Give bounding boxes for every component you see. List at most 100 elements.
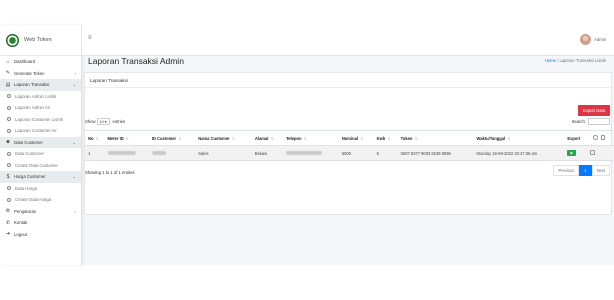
column-header-label: Alamat: [254, 135, 269, 141]
sidebar-item[interactable]: $ Harga Customer ⌄: [0, 171, 81, 183]
sidebar-item[interactable]: Create Data Harga: [0, 194, 81, 206]
sidebar-item[interactable]: ☻ Data Customer ⌄: [0, 136, 81, 148]
cell-export: ▶: [564, 145, 588, 161]
column-header[interactable]: Nama Customer ⇅: [195, 130, 252, 146]
column-header-label: Meter ID: [107, 135, 124, 141]
circle-icon: [7, 117, 11, 122]
sort-icon: ⇅: [303, 136, 307, 141]
row-checkbox[interactable]: [590, 150, 595, 155]
table-info: Showing 1 to 1 of 1 entries: [85, 170, 135, 175]
column-header[interactable]: Waktu/Tanggal ⇅: [473, 130, 565, 146]
hamburger-menu-icon[interactable]: ≡: [88, 35, 92, 41]
column-header-label: Telepon: [286, 135, 302, 141]
previous-page-button[interactable]: Previous: [553, 165, 580, 176]
circle-icon: [7, 197, 11, 202]
sidebar-item-label: Harga Customer: [14, 174, 46, 180]
gears-icon: ⚙: [5, 208, 11, 215]
circle-icon: [7, 163, 11, 168]
edit-icon: ✎: [5, 70, 11, 77]
column-header-label: ID Customer: [151, 135, 177, 141]
sidebar-item-label: Data Customer: [15, 151, 44, 157]
cell-meter-id: [104, 145, 149, 161]
column-header[interactable]: Export: [564, 130, 588, 146]
entries-label: entries: [112, 119, 126, 124]
logout-icon: ➜: [5, 231, 11, 238]
sort-icon: ⇅: [507, 136, 511, 141]
sidebar-item[interactable]: ✎ Generate Token ›: [0, 68, 81, 80]
entries-length-control: Show 10 ▾ entries: [85, 118, 125, 125]
sidebar-item[interactable]: ✆ Kontak: [0, 217, 81, 229]
brand[interactable]: Web Token: [0, 25, 81, 56]
dollar-icon: $: [6, 173, 10, 180]
sidebar-item[interactable]: ➜ Logout: [0, 229, 81, 241]
column-header-label: Export: [567, 135, 581, 141]
sidebar-item[interactable]: ⚙ Pengaturan ›: [0, 206, 81, 218]
redacted-telepon: [286, 151, 323, 156]
cell-telepon: [283, 145, 339, 161]
breadcrumb-home-link[interactable]: Home: [545, 58, 556, 63]
sidebar-item[interactable]: Data Customer: [0, 148, 81, 160]
chevron-icon: ›: [74, 208, 76, 214]
sidebar-item[interactable]: Laporan Customer Air: [0, 125, 81, 137]
sidebar-item-label: Data Customer: [14, 139, 43, 145]
sidebar-item[interactable]: ⌂ Dashboard: [0, 56, 81, 68]
circle-icon[interactable]: [593, 135, 598, 140]
column-header[interactable]: Alamat ⇅: [251, 130, 284, 146]
sidebar-item-label: Create Data Harga: [15, 197, 52, 203]
cell-alamat: Bekasi: [251, 145, 284, 161]
export-data-button[interactable]: Export Data: [578, 105, 610, 116]
sidebar-item[interactable]: Laporan Admin Listrik: [0, 91, 81, 103]
entries-select[interactable]: 10 ▾: [97, 118, 111, 125]
sidebar-item-label: Data Harga: [15, 185, 37, 191]
sidebar-menu: ⌂ Dashboard ✎ Generate Token › ▤ Laporan Trans…: [0, 56, 81, 240]
sidebar-item-label: Pengaturan: [14, 208, 37, 214]
sidebar-item-label: Laporan Admin Air: [15, 105, 51, 111]
sort-icon: ⇅: [125, 136, 129, 141]
brand-title: Web Token: [24, 37, 52, 43]
column-header[interactable]: Token ⇅: [397, 130, 474, 146]
sort-icon: ⇅: [178, 136, 182, 141]
next-page-button[interactable]: Next: [591, 165, 610, 176]
column-header-label: Nama Customer: [198, 135, 230, 141]
search-label: Search:: [571, 119, 586, 124]
column-header[interactable]: No ⇅: [85, 130, 105, 146]
sidebar-item-label: Laporan Admin Listrik: [15, 93, 57, 99]
page-title: Laporan Transaksi Admin: [88, 56, 184, 66]
table-header-row: No ⇅ Meter ID ⇅ ID Customer ⇅ Nama Customer ⇅ Al…: [85, 130, 613, 146]
sidebar-item[interactable]: Create Data Customer: [0, 160, 81, 172]
transactions-table: No ⇅ Meter ID ⇅ ID Customer ⇅ Nama Customer ⇅ Al…: [85, 130, 613, 161]
column-header[interactable]: Meter ID ⇅: [104, 130, 149, 146]
column-header[interactable]: Nominal ⇅: [338, 130, 374, 146]
sidebar-item[interactable]: Data Harga: [0, 183, 81, 195]
users-icon: ☻: [5, 139, 11, 146]
sort-icon: ⇅: [414, 136, 418, 141]
select-all-checkbox[interactable]: [600, 135, 606, 140]
column-header[interactable]: ID Customer ⇅: [148, 130, 196, 146]
card-title: Laporan Transaksi: [85, 73, 611, 88]
sidebar-item[interactable]: Laporan Customer Listrik: [0, 114, 81, 126]
entries-select-value: 10: [99, 120, 104, 124]
user-menu[interactable]: Admin: [580, 34, 606, 45]
sidebar-item[interactable]: ▤ Laporan Transaksi ⌄: [0, 79, 81, 91]
select-all-header: [587, 130, 613, 146]
report-card: Laporan Transaksi Export Data Show 10 ▾ …: [84, 72, 613, 215]
topbar: ≡ Admin: [82, 25, 614, 56]
sidebar-item-label: Laporan Transaksi: [14, 82, 50, 88]
cell-select: [587, 145, 613, 161]
breadcrumb-current: Laporan Transaksi Listrik: [559, 58, 606, 63]
column-header[interactable]: Telepon ⇅: [283, 130, 339, 146]
download-icon[interactable]: ▶: [567, 150, 577, 156]
sidebar-item[interactable]: Laporan Admin Air: [0, 102, 81, 114]
sidebar-item-label: Logout: [14, 231, 28, 237]
sidebar-item-label: Generate Token: [14, 70, 45, 76]
chevron-icon: ⌄: [72, 82, 76, 88]
page: Web Token ⌂ Dashboard ✎ Generate Token › ▤ Lap…: [0, 25, 614, 265]
circle-icon: [7, 186, 11, 191]
sidebar-item-label: Laporan Customer Listrik: [15, 116, 64, 122]
cell-nama: Sales: [195, 145, 252, 161]
page-1-button[interactable]: 1: [579, 165, 592, 176]
column-header-label: Nominal: [341, 135, 358, 141]
column-header-label: Token: [400, 135, 413, 141]
column-header[interactable]: Kwh ⇅: [373, 130, 398, 146]
search-input[interactable]: [588, 118, 610, 125]
